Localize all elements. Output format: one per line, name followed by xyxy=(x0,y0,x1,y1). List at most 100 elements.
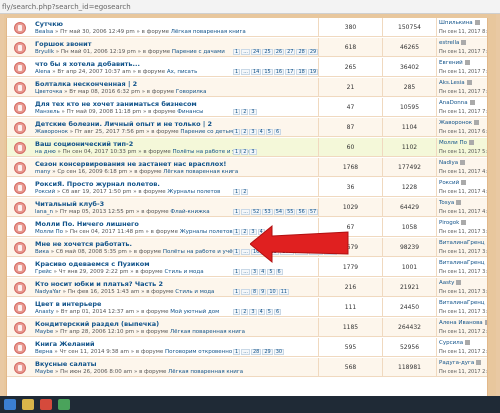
topic-title-link[interactable]: Красиво одеваемся с Пузиком xyxy=(35,260,150,268)
last-post-author-link[interactable]: Aks.Lesia xyxy=(439,80,472,86)
page-link[interactable]: 6 xyxy=(273,129,282,135)
goto-last-post-icon[interactable] xyxy=(456,200,462,205)
page-link[interactable]: 5 xyxy=(267,269,275,275)
taskbar-app-explorer[interactable] xyxy=(22,399,34,410)
page-link[interactable]: 17 xyxy=(285,69,296,75)
last-post-author-link[interactable]: Nadiya xyxy=(439,160,466,166)
page-link[interactable]: 3 xyxy=(249,149,257,155)
goto-last-post-icon[interactable] xyxy=(461,220,467,225)
page-link[interactable]: 3 xyxy=(249,309,257,315)
page-link[interactable]: 4 xyxy=(257,129,265,135)
page-link[interactable]: 4 xyxy=(257,309,265,315)
taskbar-app-browser[interactable] xyxy=(40,399,52,410)
last-post-author-link[interactable]: Шпилькина xyxy=(439,20,480,26)
topic-title-link[interactable]: Сутчкю xyxy=(35,20,63,28)
page-link[interactable]: 5 xyxy=(265,309,273,315)
topic-title-link[interactable]: Книга Желаний xyxy=(35,340,95,348)
page-link[interactable]: 19 xyxy=(307,69,319,75)
page-link[interactable]: 1 xyxy=(233,69,241,75)
forum-link[interactable]: Лёгкая поваренная книга xyxy=(163,169,238,175)
goto-last-post-icon[interactable] xyxy=(476,360,482,365)
page-link[interactable]: 55 xyxy=(285,209,296,215)
topic-author-link[interactable]: Верна xyxy=(35,349,53,355)
page-link[interactable]: 26 xyxy=(273,49,285,55)
goto-last-post-icon[interactable] xyxy=(461,40,467,45)
last-post-author-link[interactable]: Pirogok xyxy=(439,220,467,226)
forum-link[interactable]: Флай-книжка xyxy=(170,209,209,215)
goto-last-post-icon[interactable] xyxy=(464,60,470,65)
topic-author-link[interactable]: many xyxy=(35,169,50,175)
page-link[interactable]: 16 xyxy=(273,69,285,75)
page-link[interactable]: 2 xyxy=(241,229,249,235)
forum-link[interactable]: Журналы полетов xyxy=(180,229,233,235)
page-link[interactable]: 2 xyxy=(241,309,249,315)
goto-last-post-icon[interactable] xyxy=(486,300,487,305)
page-link[interactable]: 25 xyxy=(262,49,273,55)
page-link[interactable]: 1 xyxy=(233,249,241,255)
page-link[interactable]: 5 xyxy=(265,129,273,135)
page-link[interactable]: 1 xyxy=(233,309,241,315)
goto-last-post-icon[interactable] xyxy=(486,260,487,265)
page-link[interactable]: 1 xyxy=(233,269,241,275)
page-link[interactable]: 28 xyxy=(250,349,262,355)
topic-title-link[interactable]: Цвет в интерьере xyxy=(35,300,101,308)
page-link[interactable]: 57 xyxy=(307,209,319,215)
last-post-author-link[interactable]: AnaDonna xyxy=(439,100,475,106)
forum-link[interactable]: Мой уютный дом xyxy=(170,309,219,315)
page-link[interactable]: 1 xyxy=(233,349,241,355)
last-post-author-link[interactable]: Сурсила xyxy=(439,340,471,346)
page-link[interactable]: 3 xyxy=(249,129,257,135)
page-link[interactable]: 29 xyxy=(262,349,273,355)
page-link[interactable]: 24 xyxy=(250,49,262,55)
topic-author-link[interactable]: Цветочка xyxy=(35,89,62,95)
forum-link[interactable]: Финансы xyxy=(177,109,203,115)
page-link[interactable]: 1 xyxy=(233,129,241,135)
last-post-author-link[interactable]: ВиталинаГренц xyxy=(439,240,487,246)
page-link[interactable]: 8 xyxy=(250,289,259,295)
page-link[interactable]: 27 xyxy=(285,49,296,55)
forum-link[interactable]: Лёгкая поваренная книга xyxy=(171,29,246,35)
page-link[interactable]: 6 xyxy=(275,269,283,275)
topic-author-link[interactable]: Bryulik xyxy=(35,49,54,55)
goto-last-post-icon[interactable] xyxy=(465,340,471,345)
forum-link[interactable]: Лёгкая поваренная книга xyxy=(170,329,245,335)
forum-link[interactable]: Парение с дачами xyxy=(172,49,225,55)
forum-link[interactable]: Ах, писать xyxy=(167,69,198,75)
topic-title-link[interactable]: Детские болезни. Личный опыт и не только… xyxy=(35,120,212,128)
goto-last-post-icon[interactable] xyxy=(468,140,474,145)
page-link[interactable]: 1 xyxy=(233,49,241,55)
topic-author-link[interactable]: Anasty xyxy=(35,309,54,315)
start-button[interactable] xyxy=(4,399,16,410)
topic-title-link[interactable]: Мне не хочется работать. xyxy=(35,240,132,248)
page-link[interactable]: 6 xyxy=(273,309,282,315)
page-link[interactable]: 56 xyxy=(296,209,307,215)
page-link[interactable]: 9 xyxy=(259,289,267,295)
taskbar-app-other[interactable] xyxy=(58,399,70,410)
page-link[interactable]: 28 xyxy=(296,49,307,55)
forum-link[interactable]: Полёты на работе и учёбе xyxy=(163,249,239,255)
topic-title-link[interactable]: Вкусные салаты xyxy=(35,360,97,368)
topic-author-link[interactable]: NadyaYar xyxy=(35,289,61,295)
forum-link[interactable]: Журналы полетов xyxy=(167,189,220,195)
topic-title-link[interactable]: Молли По. Ничего лишнего xyxy=(35,220,139,228)
goto-last-post-icon[interactable] xyxy=(486,240,487,245)
page-link[interactable]: 18 xyxy=(296,69,307,75)
topic-title-link[interactable]: Кто носит юбки и платья? Часть 2 xyxy=(35,280,163,288)
page-link[interactable]: 1 xyxy=(233,149,241,155)
last-post-author-link[interactable]: Молли По xyxy=(439,140,474,146)
last-post-author-link[interactable]: Роксий xyxy=(439,180,467,186)
topic-title-link[interactable]: Читальный клуб-3 xyxy=(35,200,104,208)
page-link[interactable]: 15 xyxy=(262,69,273,75)
page-link[interactable]: 52 xyxy=(250,209,262,215)
last-post-author-link[interactable]: Евгений xyxy=(439,60,470,66)
topic-author-link[interactable]: Грейс xyxy=(35,269,52,275)
topic-author-link[interactable]: Молли По xyxy=(35,229,63,235)
goto-last-post-icon[interactable] xyxy=(474,20,480,25)
page-link[interactable]: 10 xyxy=(267,289,278,295)
topic-author-link[interactable]: Bealsa xyxy=(35,29,53,35)
page-link[interactable]: 3 xyxy=(249,109,257,115)
page-link[interactable]: 3 xyxy=(250,269,259,275)
forum-link[interactable]: Поговорим откровенно xyxy=(165,349,232,355)
last-post-author-link[interactable]: Aasty xyxy=(439,280,462,286)
topic-author-link[interactable]: на дню xyxy=(35,149,56,155)
